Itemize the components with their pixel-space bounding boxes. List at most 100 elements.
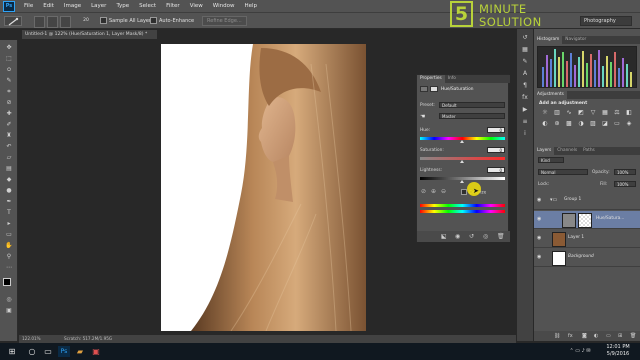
document-canvas[interactable] <box>161 44 366 331</box>
zoom-tool-icon[interactable]: ⚲ <box>5 253 13 260</box>
channel-select[interactable]: Master <box>439 113 505 119</box>
brush-size-picker[interactable]: 20 <box>79 16 93 26</box>
exposure-icon[interactable]: ◩ <box>575 109 587 120</box>
opacity-input[interactable]: 100% <box>614 169 636 175</box>
brush-tool-icon[interactable]: ✐ <box>5 121 13 128</box>
brightness-icon[interactable]: ☼ <box>539 109 551 120</box>
shape-tool-icon[interactable]: ▭ <box>5 231 13 238</box>
invert-icon[interactable]: ◑ <box>575 120 587 131</box>
add-to-selection-icon[interactable] <box>47 16 58 28</box>
menu-select[interactable]: Select <box>134 3 161 9</box>
menu-help[interactable]: Help <box>239 3 262 9</box>
info-panel-icon[interactable]: i <box>521 130 529 137</box>
vibrance-icon[interactable]: ▽ <box>587 109 599 120</box>
new-adjustment-icon[interactable]: ◐ <box>594 333 598 339</box>
eyedropper-tool-icon[interactable]: ⊘ <box>5 99 13 106</box>
brush-panel-icon[interactable]: ✎ <box>521 58 529 65</box>
visibility-eye-icon[interactable]: ◉ <box>537 197 541 203</box>
tab-properties[interactable]: Properties <box>417 75 445 83</box>
pen-tool-icon[interactable]: ✒ <box>5 198 13 205</box>
menu-filter[interactable]: Filter <box>161 3 185 9</box>
visibility-eye-icon[interactable]: ◉ <box>537 235 541 241</box>
tab-channels[interactable]: Channels <box>554 147 580 155</box>
reset-icon[interactable]: ↺ <box>469 233 474 240</box>
crop-tool-icon[interactable]: ⌗ <box>5 88 13 95</box>
color-lookup-icon[interactable]: ▩ <box>563 120 575 131</box>
threshold-icon[interactable]: ◪ <box>599 120 611 131</box>
tab-info[interactable]: Info <box>445 75 459 83</box>
history-brush-tool-icon[interactable]: ↶ <box>5 143 13 150</box>
saturation-slider-thumb[interactable] <box>460 160 464 163</box>
preset-select[interactable]: Default <box>439 102 505 108</box>
color-balance-icon[interactable]: ⚖ <box>611 109 623 120</box>
link-layers-icon[interactable]: ⛓ <box>554 333 560 339</box>
menu-layer[interactable]: Layer <box>86 3 111 9</box>
eraser-tool-icon[interactable]: ▱ <box>5 154 13 161</box>
hue-slider-thumb[interactable] <box>460 140 464 143</box>
clone-stamp-tool-icon[interactable]: ♜ <box>5 132 13 139</box>
gradient-map-icon[interactable]: ▭ <box>611 120 623 131</box>
gradient-tool-icon[interactable]: ▤ <box>5 165 13 172</box>
view-previous-icon[interactable]: ◉ <box>455 233 460 240</box>
menu-window[interactable]: Window <box>208 3 240 9</box>
new-group-icon[interactable]: ▭ <box>606 333 611 339</box>
tab-adjustments[interactable]: Adjustments <box>534 91 567 99</box>
curves-icon[interactable]: ∿ <box>563 109 575 120</box>
saturation-input[interactable]: 0 <box>487 147 505 153</box>
layer-mask-thumbnail[interactable] <box>578 213 592 228</box>
sample-all-layers-checkbox[interactable]: Sample All Layers <box>100 17 154 24</box>
actions-panel-icon[interactable]: ▶ <box>521 106 529 113</box>
hue-input[interactable]: 0 <box>487 127 505 133</box>
tab-paths[interactable]: Paths <box>580 147 598 155</box>
layer-row-layer-1[interactable]: ◉ Layer 1 <box>534 230 640 248</box>
clip-to-layer-icon[interactable]: ⬕ <box>441 233 447 240</box>
screen-mode-icon[interactable]: ▣ <box>5 307 13 314</box>
layer-row-hue-saturation[interactable]: ◉ Hue/Satura... <box>534 211 640 229</box>
path-selection-tool-icon[interactable]: ▸ <box>5 220 13 227</box>
tab-layers[interactable]: Layers <box>534 147 555 155</box>
layer-kind-filter[interactable]: Kind <box>538 157 564 163</box>
clock[interactable]: 12:01 PM 5/9/2016 <box>598 344 638 359</box>
paragraph-panel-icon[interactable]: ¶ <box>521 82 529 89</box>
layer-row-group[interactable]: ◉ ▾▭ Group 1 <box>534 192 640 210</box>
character-panel-icon[interactable]: A <box>521 70 529 77</box>
hue-saturation-icon[interactable]: ▦ <box>599 109 611 120</box>
properties-panel-icon[interactable]: ≡ <box>521 118 529 125</box>
photoshop-taskbar-icon[interactable]: Ps <box>58 346 70 357</box>
search-icon[interactable]: ○ <box>26 346 38 357</box>
task-view-icon[interactable]: ▭ <box>42 346 54 357</box>
refine-edge-button[interactable]: Refine Edge... <box>202 16 247 26</box>
tool-preset-picker[interactable] <box>4 16 22 26</box>
styles-panel-icon[interactable]: fx <box>521 94 529 101</box>
swatches-panel-icon[interactable]: ▦ <box>521 46 529 53</box>
lasso-tool-icon[interactable]: ᴑ <box>5 66 13 73</box>
subtract-selection-icon[interactable] <box>60 16 71 28</box>
menu-file[interactable]: File <box>19 3 38 9</box>
targeted-adjustment-icon[interactable]: ☚ <box>420 113 425 120</box>
new-layer-icon[interactable]: ⊞ <box>618 333 622 339</box>
auto-enhance-checkbox[interactable]: Auto-Enhance <box>150 17 194 24</box>
dodge-tool-icon[interactable]: ● <box>5 187 13 194</box>
eyedropper-icon[interactable]: ⊘ <box>421 188 426 195</box>
visibility-icon[interactable]: ◎ <box>483 233 488 240</box>
workspace-select[interactable]: Photography <box>580 16 632 26</box>
new-selection-icon[interactable] <box>34 16 45 28</box>
healing-brush-tool-icon[interactable]: ✚ <box>5 110 13 117</box>
fill-input[interactable]: 100% <box>614 181 636 187</box>
quick-selection-tool-icon[interactable]: ✎ <box>5 77 13 84</box>
quick-mask-icon[interactable]: ◎ <box>5 296 13 303</box>
marquee-tool-icon[interactable]: ⬚ <box>5 55 13 62</box>
blend-mode-select[interactable]: Normal <box>538 169 588 175</box>
black-white-icon[interactable]: ◧ <box>623 109 635 120</box>
eyedropper-minus-icon[interactable]: ⊖ <box>441 188 446 195</box>
history-panel-icon[interactable]: ↺ <box>521 34 529 41</box>
tab-navigator[interactable]: Navigator <box>562 36 589 44</box>
visibility-eye-icon[interactable]: ◉ <box>537 254 541 260</box>
eyedropper-plus-icon[interactable]: ⊕ <box>431 188 436 195</box>
layer-mask-icon[interactable] <box>430 86 438 92</box>
layer-style-icon[interactable]: fx <box>568 333 573 339</box>
menu-edit[interactable]: Edit <box>38 3 59 9</box>
more-tools-icon[interactable]: ⋯ <box>5 264 13 271</box>
menu-image[interactable]: Image <box>59 3 86 9</box>
move-tool-icon[interactable]: ✥ <box>5 44 13 51</box>
